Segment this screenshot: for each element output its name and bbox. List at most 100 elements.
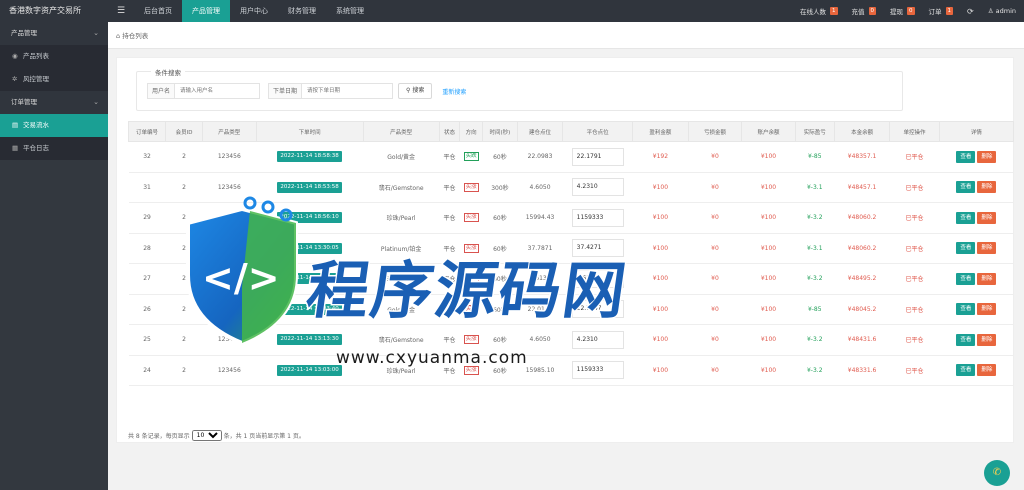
- view-button[interactable]: 查看: [956, 150, 976, 163]
- delete-button[interactable]: 删除: [977, 181, 997, 194]
- table-cell: 22.0983: [517, 141, 563, 173]
- chat-icon: ✆: [992, 467, 1002, 478]
- table-row: 29 2 123456 2022-11-14 18:56:10 珍珠/Pearl 平仓 买涨…: [128, 202, 1014, 234]
- column-header: 盈利金额: [632, 121, 689, 142]
- table-cell: 2: [165, 263, 203, 295]
- direction-badge: 买涨: [463, 335, 479, 345]
- order-date-input[interactable]: [301, 83, 394, 99]
- table-cell: ¥48331.6: [834, 355, 890, 386]
- row-actions: 查看 删除: [939, 324, 1014, 356]
- table-cell: 60秒: [482, 141, 518, 173]
- sidebar-item-risk-control[interactable]: ✲ 风控管理: [0, 68, 108, 91]
- table-cell: 2022-11-14 18:56:10: [256, 202, 364, 234]
- recharge-link[interactable]: 充值 0: [852, 6, 877, 16]
- table-cell: 2022-11-14 18:53:58: [256, 172, 364, 203]
- delete-button[interactable]: 删除: [977, 333, 997, 346]
- table-cell: ¥0: [688, 141, 742, 173]
- recharge-badge: 0: [868, 7, 877, 15]
- doc-icon: ▦: [12, 144, 19, 152]
- close-price-field: 1159333: [571, 361, 624, 380]
- nav-item-users[interactable]: 用户中心: [230, 0, 278, 22]
- table-cell: ¥-3.2: [795, 263, 835, 295]
- nav-item-home[interactable]: 后台首页: [134, 0, 182, 22]
- nav-item-system[interactable]: 系统管理: [326, 0, 374, 22]
- top-nav: 后台首页 产品管理 用户中心 财务管理 系统管理: [134, 0, 374, 22]
- nav-item-products[interactable]: 产品管理: [182, 0, 230, 22]
- table-cell: ¥0: [688, 202, 742, 234]
- orders-link[interactable]: 订单 1: [929, 6, 954, 16]
- column-header: 单控操作: [889, 121, 940, 142]
- tab-bar: ⌂ 持仓列表: [108, 22, 1024, 49]
- delete-button[interactable]: 删除: [977, 272, 997, 285]
- chevron-down-icon: ⌄: [93, 29, 99, 37]
- table-cell: 2: [165, 172, 203, 203]
- view-button[interactable]: 查看: [956, 181, 976, 194]
- direction-badge: 买跌: [463, 152, 479, 162]
- table-cell: ¥100: [741, 355, 796, 386]
- nav-item-finance[interactable]: 财务管理: [278, 0, 326, 22]
- row-actions: 查看 删除: [939, 263, 1014, 295]
- column-header: 实际盈亏: [794, 121, 835, 142]
- row-actions: 查看 删除: [939, 172, 1014, 203]
- online-users-badge: 1: [830, 7, 838, 15]
- table-cell: 4.2310: [562, 172, 633, 203]
- view-button[interactable]: 查看: [956, 364, 976, 377]
- sidebar-item-trade-flow[interactable]: ▤ 交易流水: [0, 114, 108, 137]
- view-button[interactable]: 查看: [956, 242, 976, 255]
- delete-button[interactable]: 删除: [977, 242, 997, 255]
- tab-positions[interactable]: ⌂ 持仓列表: [116, 30, 148, 40]
- direction-badge: 买涨: [463, 213, 479, 223]
- sidebar-group-orders[interactable]: 订单管理 ⌄: [0, 91, 108, 114]
- view-button[interactable]: 查看: [956, 211, 976, 224]
- view-button[interactable]: 查看: [956, 303, 976, 316]
- username-input[interactable]: [174, 83, 261, 99]
- online-users[interactable]: 在线人数 1: [800, 6, 838, 16]
- table-cell: 2: [165, 141, 203, 173]
- user-icon: ♙: [987, 7, 996, 15]
- table-cell: ¥-3.1: [795, 233, 835, 264]
- refresh-icon[interactable]: ⟳: [967, 7, 974, 16]
- table-cell: ¥48495.2: [834, 263, 890, 295]
- table-cell: 珍珠/Pearl: [363, 202, 440, 234]
- withdraw-link[interactable]: 提现 0: [890, 6, 915, 16]
- table-cell: 平仓: [439, 141, 460, 173]
- sidebar-item-product-list[interactable]: ◉ 产品列表: [0, 45, 108, 68]
- chat-float-button[interactable]: ✆: [984, 460, 1010, 486]
- order-time-badge: 2022-11-14 13:03:00: [277, 364, 342, 376]
- sidebar-group-products[interactable]: 产品管理 ⌄: [0, 22, 108, 45]
- sidebar-item-close-log[interactable]: ▦ 平仓日志: [0, 137, 108, 160]
- table-cell: ¥100: [632, 202, 689, 234]
- column-header: 产品类型: [362, 121, 440, 142]
- delete-button[interactable]: 删除: [977, 211, 997, 224]
- table-cell: 买跌: [459, 141, 483, 173]
- delete-button[interactable]: 删除: [977, 150, 997, 163]
- close-price-field: 4.2310: [571, 178, 624, 197]
- table-header-row: 订单编号 会员ID 产品类型 下单时间 产品类型 状态 方向 时间(秒) 建仓点位 平仓点位 盈利金…: [127, 121, 1015, 142]
- table-cell: ¥100: [632, 263, 689, 295]
- table-cell: 平仓: [439, 202, 460, 234]
- menu-toggle-icon[interactable]: ☰: [108, 6, 134, 16]
- table-cell: ¥0: [688, 172, 742, 203]
- view-button[interactable]: 查看: [956, 272, 976, 285]
- column-header: 平仓点位: [562, 121, 634, 142]
- view-button[interactable]: 查看: [956, 333, 976, 346]
- table-cell: 300秒: [482, 172, 518, 203]
- reset-search-link[interactable]: 重新搜索: [442, 87, 466, 96]
- table-row: 24 2 123456 2022-11-14 13:03:00 珍珠/Pearl 平仓 买涨…: [128, 355, 1014, 386]
- table-cell: ¥-85: [795, 141, 835, 173]
- search-button[interactable]: ⚲ 搜索: [398, 83, 433, 99]
- delete-button[interactable]: 删除: [977, 303, 997, 316]
- column-header: 时间(秒): [481, 121, 518, 142]
- delete-button[interactable]: 删除: [977, 364, 997, 377]
- close-price-field: 22.1791: [571, 147, 624, 166]
- brand-title: 香港数字资产交易所: [9, 6, 81, 15]
- row-actions: 查看 删除: [939, 202, 1014, 234]
- table-cell: ¥-3.2: [795, 202, 835, 234]
- user-menu[interactable]: ♙ admin: [988, 7, 1016, 15]
- table-cell: 32: [128, 141, 166, 173]
- table-cell: ¥100: [632, 172, 689, 203]
- table-cell: 翡石/Gemstone: [363, 172, 440, 203]
- table-cell: 123456: [202, 263, 257, 295]
- column-header: 本金余额: [833, 121, 891, 142]
- page-size-select[interactable]: 10: [191, 430, 222, 441]
